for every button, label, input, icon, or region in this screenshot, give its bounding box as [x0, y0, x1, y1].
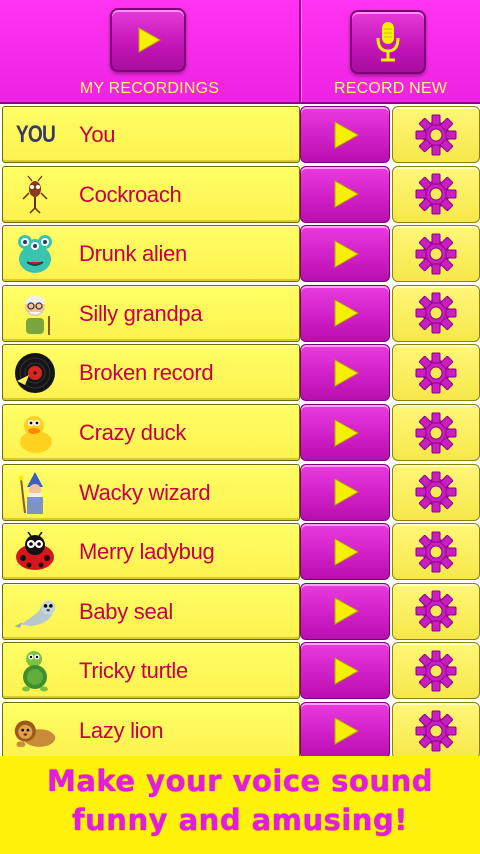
turtle-icon: [13, 649, 57, 693]
gear-icon: [415, 590, 457, 632]
microphone-icon: [376, 22, 400, 62]
voice-name-cell[interactable]: Drunk alien: [2, 225, 300, 283]
play-icon: [334, 537, 360, 566]
play-icon: [138, 27, 162, 53]
voice-name: You: [79, 122, 116, 147]
settings-button[interactable]: [392, 344, 480, 402]
you-icon-text: YOU: [15, 121, 55, 148]
voice-name: Tricky turtle: [79, 658, 188, 684]
my-recordings-button[interactable]: [110, 8, 186, 72]
record-new-button[interactable]: [350, 10, 426, 74]
my-recordings-label: MY RECORDINGS: [79, 80, 220, 97]
settings-button[interactable]: [392, 642, 480, 700]
voice-row: Silly grandpa: [0, 283, 480, 343]
voice-name: Baby seal: [79, 598, 173, 624]
play-button[interactable]: [300, 344, 390, 402]
settings-button[interactable]: [392, 582, 480, 640]
header-bar: MY RECORDINGS RECORD NEW: [0, 0, 480, 104]
play-button[interactable]: [300, 463, 390, 521]
play-icon: [334, 597, 360, 626]
play-button[interactable]: [300, 284, 390, 342]
play-icon: [334, 716, 360, 745]
voice-row: Crazy duck: [0, 402, 480, 462]
settings-button[interactable]: [392, 106, 480, 163]
play-button[interactable]: [300, 523, 390, 581]
voice-name: Merry ladybug: [79, 539, 215, 565]
gear-icon: [415, 710, 457, 751]
gear-icon: [415, 292, 457, 334]
voice-name-cell[interactable]: Crazy duck: [2, 404, 300, 461]
voice-name-cell[interactable]: Wacky wizard: [2, 463, 300, 521]
gear-icon: [415, 114, 457, 155]
voice-row: Baby seal: [0, 581, 480, 641]
play-icon: [334, 359, 360, 387]
tagline-line-1: Make your voice sound: [46, 764, 434, 798]
grandpa-icon: [13, 292, 57, 336]
play-icon: [334, 120, 360, 149]
duck-icon: [13, 411, 57, 455]
play-button[interactable]: [300, 404, 390, 461]
voice-name: Wacky wizard: [79, 479, 211, 505]
voice-row: Tricky turtle: [0, 640, 480, 700]
play-button[interactable]: [300, 702, 390, 759]
lion-icon: [13, 709, 57, 753]
gear-icon: [415, 531, 457, 573]
gear-icon: [415, 412, 457, 453]
cockroach-icon: [13, 173, 57, 217]
voice-name: Drunk alien: [79, 241, 187, 267]
voice-name: Crazy duck: [79, 420, 187, 445]
voice-row: Drunk alien: [0, 223, 480, 283]
voice-name-cell[interactable]: Merry ladybug: [2, 523, 300, 581]
voice-name: Silly grandpa: [79, 300, 203, 326]
voice-name-cell[interactable]: Cockroach: [2, 165, 300, 223]
tagline-line-2: funny and amusing!: [72, 803, 408, 837]
alien-icon: [13, 232, 57, 276]
play-icon: [334, 299, 360, 328]
voice-row: Wacky wizard: [0, 462, 480, 522]
play-button[interactable]: [300, 106, 390, 163]
gear-icon: [415, 650, 457, 692]
voice-name: Lazy lion: [79, 718, 164, 743]
footer-banner: Make your voice sound funny and amusing!: [0, 756, 480, 854]
settings-button[interactable]: [392, 165, 480, 223]
voice-name-cell[interactable]: Lazy lion: [2, 702, 300, 759]
voice-row: Merry ladybug: [0, 521, 480, 581]
seal-icon: [13, 590, 57, 634]
voice-row: YOU You: [0, 104, 480, 164]
gear-icon: [415, 233, 457, 275]
voice-name-cell[interactable]: Silly grandpa: [2, 284, 300, 342]
voice-name-cell[interactable]: Baby seal: [2, 582, 300, 640]
play-icon: [334, 239, 360, 268]
play-button[interactable]: [300, 165, 390, 223]
play-icon: [334, 418, 360, 447]
voice-row: Broken record: [0, 342, 480, 402]
play-icon: [334, 478, 360, 506]
voice-name: Broken record: [79, 360, 214, 386]
play-button[interactable]: [300, 642, 390, 700]
play-icon: [334, 180, 360, 208]
settings-button[interactable]: [392, 523, 480, 581]
you-text-icon: YOU: [13, 113, 57, 157]
wizard-icon: [13, 471, 57, 515]
settings-button[interactable]: [392, 702, 480, 759]
gear-icon: [415, 173, 457, 215]
settings-button[interactable]: [392, 225, 480, 283]
voice-name-cell[interactable]: YOU You: [2, 106, 300, 163]
settings-button[interactable]: [392, 404, 480, 461]
gear-icon: [415, 352, 457, 394]
play-button[interactable]: [300, 582, 390, 640]
voice-name-cell[interactable]: Tricky turtle: [2, 642, 300, 700]
gear-icon: [415, 471, 457, 513]
settings-button[interactable]: [392, 463, 480, 521]
play-button[interactable]: [300, 225, 390, 283]
play-icon: [334, 657, 360, 685]
record-new-label: RECORD NEW: [333, 80, 448, 97]
voice-row: Cockroach: [0, 164, 480, 224]
voice-row: Lazy lion: [0, 700, 480, 760]
ladybug-icon: [13, 530, 57, 574]
voice-name-cell[interactable]: Broken record: [2, 344, 300, 402]
settings-button[interactable]: [392, 284, 480, 342]
voice-name: Cockroach: [79, 181, 182, 207]
vinyl-record-icon: [13, 351, 57, 395]
